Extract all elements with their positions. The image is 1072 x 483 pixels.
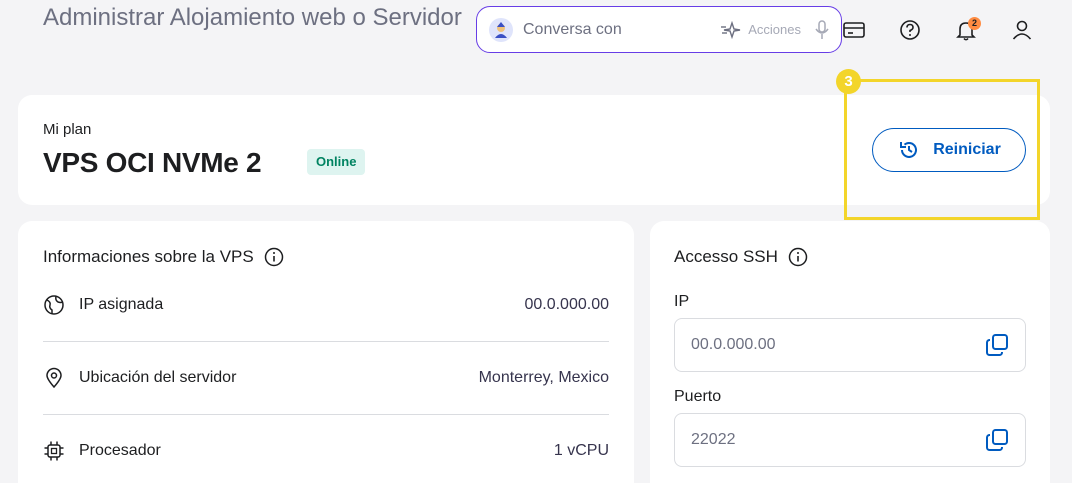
ip-value: 00.0.000.00 (524, 296, 609, 313)
info-row-ip: IP asignada 00.0.000.00 (43, 270, 609, 340)
info-icon[interactable] (264, 247, 284, 267)
chat-actions-button[interactable]: Acciones (720, 20, 801, 39)
page-title: Administrar Alojamiento web o Servidor (43, 4, 462, 31)
tutorial-step-marker: 3 (836, 69, 861, 94)
info-icon[interactable] (788, 247, 808, 267)
help-icon[interactable] (896, 16, 924, 44)
user-account-icon[interactable] (1008, 16, 1036, 44)
processor-value: 1 vCPU (553, 442, 609, 459)
status-badge: Online (307, 149, 366, 175)
microphone-icon[interactable] (815, 19, 829, 40)
cpu-icon (44, 441, 64, 461)
billing-card-icon[interactable] (840, 16, 868, 44)
info-row-location: Ubicación del servidor Monterrey, Mexico (43, 343, 609, 413)
header-actions: 2 (840, 16, 1040, 46)
info-row-processor: Procesador 1 vCPU (43, 416, 609, 483)
assistant-avatar-icon (489, 17, 513, 42)
divider (43, 414, 609, 415)
processor-label: Procesador (79, 442, 161, 459)
ssh-ip-value: 00.0.000.00 (691, 336, 776, 353)
location-label: Ubicación del servidor (79, 369, 237, 386)
ssh-port-label: Puerto (674, 388, 722, 405)
ssh-ip-field[interactable]: 00.0.000.00 (674, 318, 1026, 372)
vps-info-title: Informaciones sobre la VPS (43, 247, 284, 267)
sparkle-icon (721, 20, 741, 39)
ip-label: IP asignada (79, 296, 164, 313)
notifications-count-badge: 2 (968, 17, 981, 30)
tutorial-highlight-box (844, 79, 1040, 220)
plan-label: Mi plan (43, 121, 92, 138)
ssh-port-field[interactable]: 22022 (674, 413, 1026, 467)
chat-actions-label: Acciones (748, 22, 801, 37)
copy-icon[interactable] (985, 428, 1009, 452)
location-value: Monterrey, Mexico (478, 369, 609, 386)
ssh-title: Accesso SSH (674, 247, 808, 267)
notifications-bell-icon[interactable]: 2 (952, 16, 981, 44)
copy-icon[interactable] (985, 333, 1009, 357)
ssh-title-text: Accesso SSH (674, 247, 778, 266)
ai-chat-input[interactable]: Conversa con Acciones (476, 6, 842, 53)
location-pin-icon (46, 367, 62, 389)
plan-name: VPS OCI NVMe 2 (43, 147, 262, 178)
ssh-access-card: Accesso SSH IP 00.0.000.00 Puerto 22022 (650, 221, 1050, 483)
chat-placeholder: Conversa con (523, 20, 622, 38)
globe-icon (44, 295, 64, 315)
divider (43, 341, 609, 342)
ssh-ip-label: IP (674, 293, 690, 310)
vps-info-title-text: Informaciones sobre la VPS (43, 247, 254, 266)
ssh-port-value: 22022 (691, 431, 736, 448)
vps-info-card: Informaciones sobre la VPS IP asignada 0… (18, 221, 634, 483)
